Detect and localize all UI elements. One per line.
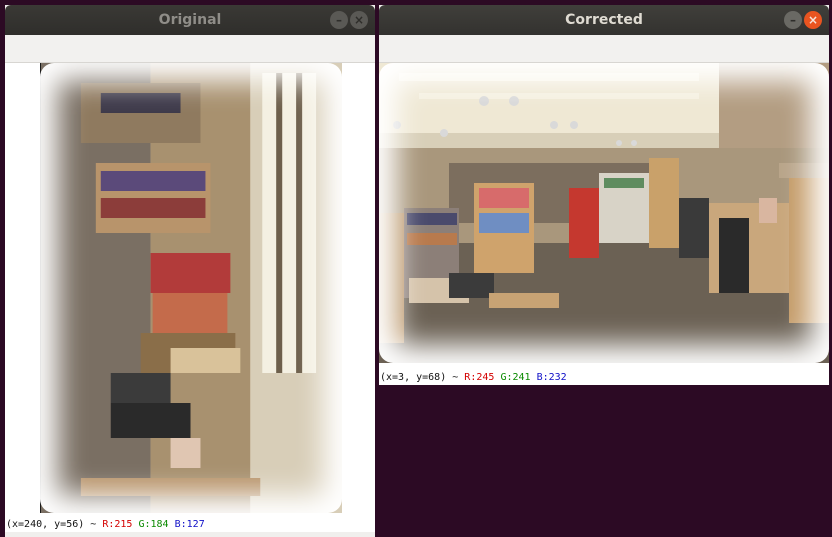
image-canvas[interactable] <box>5 63 375 518</box>
status-blue: B:127 <box>174 519 205 530</box>
titlebar-corrected[interactable]: Corrected – × <box>379 5 829 35</box>
close-icon[interactable]: × <box>350 11 368 29</box>
store-photo-rotated <box>40 63 342 513</box>
toolbar <box>5 35 375 63</box>
status-green: G:241 <box>500 372 531 383</box>
status-coords: (x=240, y=56) ~ <box>6 519 103 530</box>
window-title: Original <box>158 12 222 28</box>
toolbar <box>379 35 829 63</box>
window-corrected: Corrected – × (x=3, y=68) ~ R:245 G:241 … <box>379 5 829 385</box>
window-original: Original – × (x=240, y=56) ~ R:215 G:184… <box>5 5 375 537</box>
status-coords: (x=3, y=68) ~ <box>380 372 465 383</box>
status-green: G:184 <box>138 519 169 530</box>
store-photo <box>379 63 829 363</box>
minimize-icon[interactable]: – <box>784 11 802 29</box>
image-canvas[interactable] <box>379 63 829 371</box>
titlebar-original[interactable]: Original – × <box>5 5 375 35</box>
minimize-icon[interactable]: – <box>330 11 348 29</box>
status-red: R:215 <box>102 519 133 530</box>
status-bar: (x=3, y=68) ~ R:245 G:241 B:232 <box>379 371 829 385</box>
status-red: R:245 <box>464 372 495 383</box>
status-bar: (x=240, y=56) ~ R:215 G:184 B:127 <box>5 518 375 532</box>
close-icon[interactable]: × <box>804 11 822 29</box>
window-title: Corrected <box>565 12 643 28</box>
status-blue: B:232 <box>536 372 567 383</box>
